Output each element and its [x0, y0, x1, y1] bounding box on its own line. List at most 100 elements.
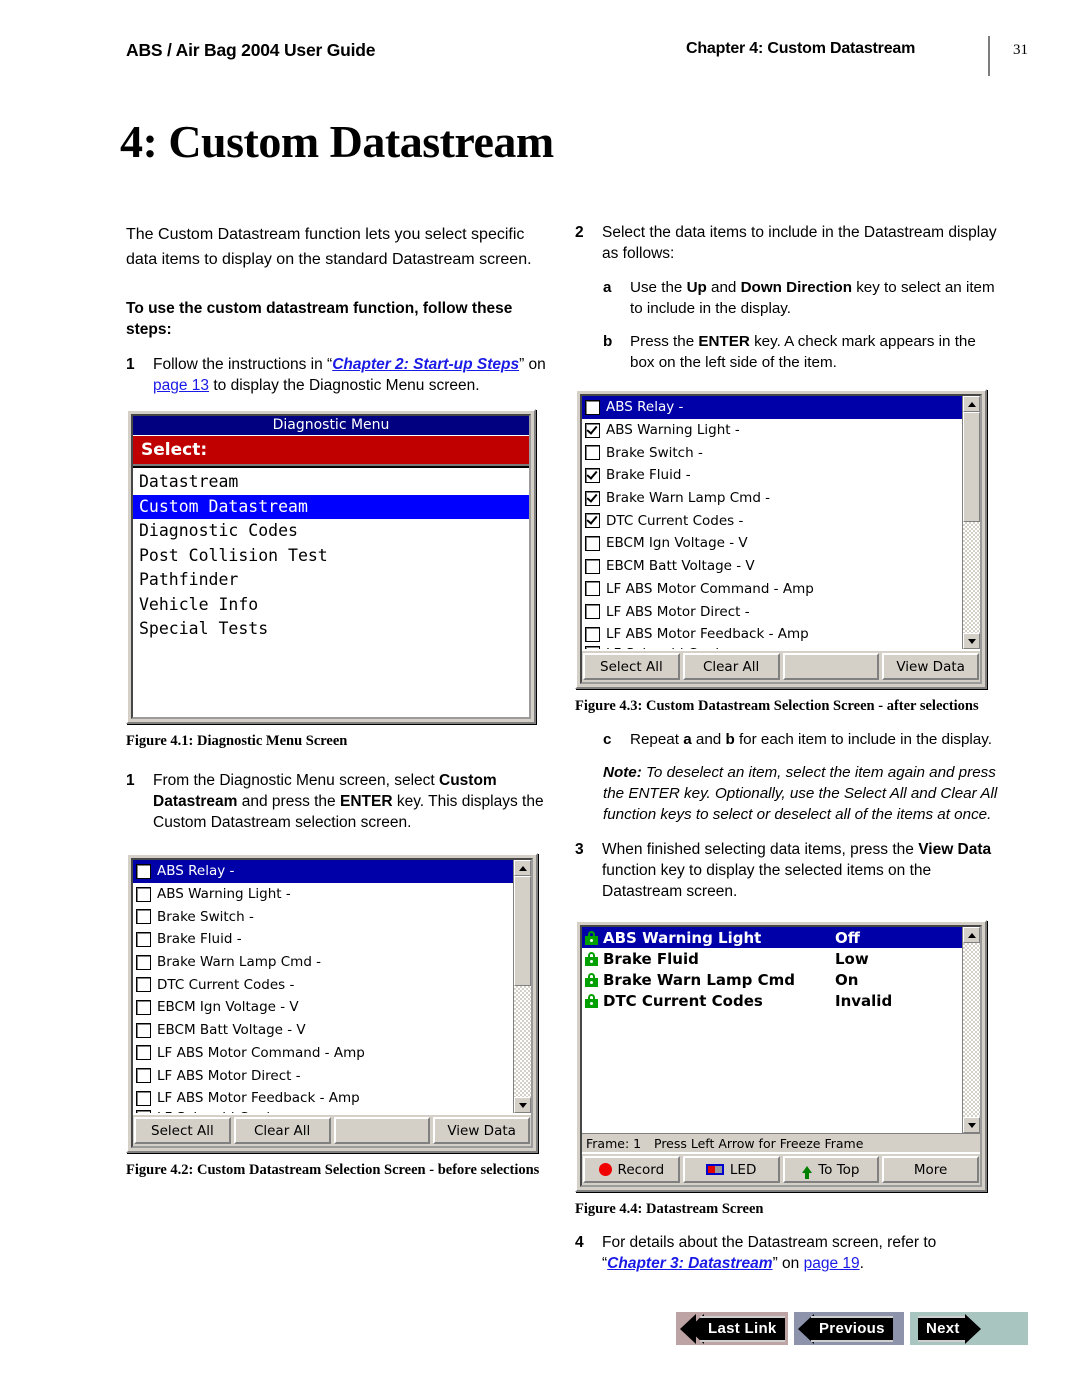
list-item[interactable]: ABS Relay - — [133, 860, 514, 883]
menu-item-custom-datastream[interactable]: Custom Datastream — [133, 494, 529, 519]
menu-item-vehicle-info[interactable]: Vehicle Info — [133, 593, 529, 618]
to-top-button[interactable]: To Top — [782, 1156, 880, 1183]
vertical-scrollbar[interactable] — [962, 927, 980, 1133]
checkbox-icon[interactable] — [136, 863, 151, 879]
previous-button[interactable]: Previous — [794, 1312, 904, 1345]
list-item[interactable]: Brake Fluid - — [133, 928, 514, 951]
menu-item-datastream[interactable]: Datastream — [133, 470, 529, 495]
checkbox-icon[interactable] — [585, 558, 600, 574]
list-item[interactable]: EBCM Batt Voltage - V — [133, 1019, 514, 1042]
table-row[interactable]: Brake Fluid Low — [582, 948, 963, 969]
list-item[interactable]: LF Solenoid Cmd — [133, 1109, 514, 1113]
checkbox-icon[interactable] — [136, 999, 151, 1015]
checkbox-icon[interactable] — [585, 626, 600, 642]
figure-4-1-diagnostic-menu-screen[interactable]: Diagnostic Menu Select: Datastream Custo… — [126, 409, 536, 724]
figure-4-3-custom-datastream-selection-after[interactable]: ABS Relay - ABS Warning Light - Brake Sw… — [575, 389, 987, 689]
view-data-button[interactable]: View Data — [882, 653, 979, 680]
checkbox-checked-icon[interactable] — [585, 490, 600, 506]
table-row[interactable]: DTC Current Codes Invalid — [582, 990, 963, 1011]
list-item[interactable]: LF ABS Motor Command - Amp — [582, 578, 963, 601]
scrollbar-thumb[interactable] — [514, 876, 531, 986]
view-data-button[interactable]: View Data — [433, 1117, 530, 1144]
checkbox-icon[interactable] — [585, 645, 600, 649]
clear-all-button[interactable]: Clear All — [682, 653, 780, 680]
checkbox-icon[interactable] — [136, 1045, 151, 1061]
last-link-label: Last Link — [700, 1315, 785, 1342]
list-item[interactable]: LF Solenoid Cmd — [582, 645, 963, 649]
list-item[interactable]: Brake Fluid - — [582, 464, 963, 487]
checkbox-checked-icon[interactable] — [585, 467, 600, 483]
checkbox-icon[interactable] — [585, 604, 600, 620]
last-link-button[interactable]: Last Link — [676, 1312, 788, 1345]
clear-all-button[interactable]: Clear All — [233, 1117, 331, 1144]
diagnostic-menu-list[interactable]: Datastream Custom Datastream Diagnostic … — [133, 466, 529, 717]
empty-softkey[interactable] — [782, 653, 880, 680]
link-page-19[interactable]: page 19 — [804, 1255, 860, 1272]
selection-list-after[interactable]: ABS Relay - ABS Warning Light - Brake Sw… — [582, 396, 963, 649]
scroll-down-arrow-icon[interactable] — [514, 1097, 531, 1113]
step-1-number: 1 — [126, 356, 135, 373]
checkbox-icon[interactable] — [136, 954, 151, 970]
list-item[interactable]: LF ABS Motor Feedback - Amp — [582, 623, 963, 646]
scroll-up-arrow-icon[interactable] — [514, 860, 531, 876]
list-item[interactable]: Brake Warn Lamp Cmd - — [133, 951, 514, 974]
list-item[interactable]: EBCM Ign Voltage - V — [133, 996, 514, 1019]
datastream-list[interactable]: ABS Warning Light Off Brake Fluid Low Br… — [582, 927, 963, 1133]
more-button[interactable]: More — [882, 1156, 979, 1183]
checkbox-icon[interactable] — [136, 886, 151, 902]
list-item[interactable]: LF ABS Motor Command - Amp — [133, 1042, 514, 1065]
list-item[interactable]: ABS Warning Light - — [133, 883, 514, 906]
figure-4-2-custom-datastream-selection-before[interactable]: ABS Relay - ABS Warning Light - Brake Sw… — [126, 853, 538, 1153]
checkbox-icon[interactable] — [136, 1022, 151, 1038]
list-item[interactable]: LF ABS Motor Feedback - Amp — [133, 1087, 514, 1110]
empty-softkey[interactable] — [333, 1117, 431, 1144]
checkbox-icon[interactable] — [585, 399, 600, 415]
checkbox-icon[interactable] — [136, 1090, 151, 1106]
table-row[interactable]: ABS Warning Light Off — [582, 927, 963, 948]
record-button[interactable]: Record — [583, 1156, 680, 1183]
scroll-up-arrow-icon[interactable] — [963, 396, 980, 412]
vertical-scrollbar[interactable] — [513, 860, 531, 1113]
list-item[interactable]: LF ABS Motor Direct - — [582, 600, 963, 623]
vertical-scrollbar[interactable] — [962, 396, 980, 649]
menu-item-post-collision-test[interactable]: Post Collision Test — [133, 544, 529, 569]
checkbox-icon[interactable] — [585, 535, 600, 551]
link-chapter-3-datastream[interactable]: Chapter 3: Datastream — [607, 1255, 772, 1272]
list-item[interactable]: LF ABS Motor Direct - — [133, 1064, 514, 1087]
list-item[interactable]: Brake Warn Lamp Cmd - — [582, 487, 963, 510]
menu-item-pathfinder[interactable]: Pathfinder — [133, 568, 529, 593]
scroll-up-arrow-icon[interactable] — [963, 927, 980, 943]
list-item[interactable]: Brake Switch - — [133, 905, 514, 928]
next-button[interactable]: Next — [910, 1312, 1028, 1345]
checkbox-icon[interactable] — [136, 977, 151, 993]
scrollbar-thumb[interactable] — [963, 412, 980, 522]
figure-4-4-datastream-screen[interactable]: ABS Warning Light Off Brake Fluid Low Br… — [575, 920, 987, 1192]
select-all-button[interactable]: Select All — [134, 1117, 231, 1144]
checkbox-icon[interactable] — [585, 581, 600, 597]
scroll-down-arrow-icon[interactable] — [963, 633, 980, 649]
checkbox-icon[interactable] — [136, 909, 151, 925]
checkbox-icon[interactable] — [136, 1109, 151, 1113]
list-item[interactable]: ABS Relay - — [582, 396, 963, 419]
led-button[interactable]: LED — [682, 1156, 780, 1183]
table-row[interactable]: Brake Warn Lamp Cmd On — [582, 969, 963, 990]
step-2-left-number: 1 — [126, 772, 135, 789]
list-item[interactable]: ABS Warning Light - — [582, 419, 963, 442]
list-item[interactable]: EBCM Ign Voltage - V — [582, 532, 963, 555]
selection-list-before[interactable]: ABS Relay - ABS Warning Light - Brake Sw… — [133, 860, 514, 1113]
list-item[interactable]: DTC Current Codes - — [582, 509, 963, 532]
scroll-down-arrow-icon[interactable] — [963, 1117, 980, 1133]
link-page-13[interactable]: page 13 — [153, 377, 209, 394]
list-item[interactable]: Brake Switch - — [582, 441, 963, 464]
checkbox-icon[interactable] — [136, 1068, 151, 1084]
checkbox-checked-icon[interactable] — [585, 513, 600, 529]
menu-item-diagnostic-codes[interactable]: Diagnostic Codes — [133, 519, 529, 544]
list-item[interactable]: DTC Current Codes - — [133, 973, 514, 996]
link-chapter-2-startup-steps[interactable]: Chapter 2: Start-up Steps — [332, 356, 519, 373]
checkbox-icon[interactable] — [585, 445, 600, 461]
menu-item-special-tests[interactable]: Special Tests — [133, 617, 529, 642]
select-all-button[interactable]: Select All — [583, 653, 680, 680]
list-item[interactable]: EBCM Batt Voltage - V — [582, 555, 963, 578]
checkbox-icon[interactable] — [136, 931, 151, 947]
checkbox-checked-icon[interactable] — [585, 422, 600, 438]
